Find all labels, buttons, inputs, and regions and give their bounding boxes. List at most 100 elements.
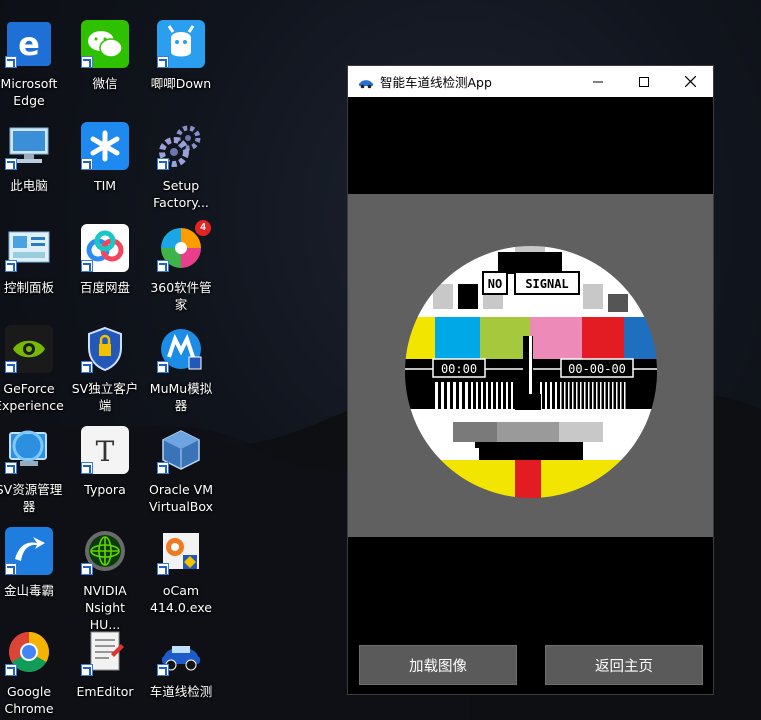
shortcut-arrow-icon	[157, 158, 169, 170]
desktop-icon-label: Setup Factory...	[153, 178, 209, 210]
desktop-icon-360-software[interactable]: 4 360软件管家	[145, 220, 217, 313]
desktop-icon-mumu[interactable]: MuMu模拟 器	[145, 325, 217, 414]
kingsoft-icon	[5, 527, 53, 575]
maximize-button[interactable]	[621, 66, 667, 97]
desktop-icon-typora[interactable]: T Typora	[69, 426, 141, 498]
desktop-icon-label: Oracle VM VirtualBox	[148, 482, 214, 514]
shortcut-arrow-icon	[157, 260, 169, 272]
desktop-icon-virtualbox[interactable]: Oracle VM VirtualBox	[145, 426, 217, 515]
desktop-icon-control-panel[interactable]: 控制面板	[0, 224, 65, 296]
setup-factory-icon	[157, 122, 205, 170]
typora-icon: T	[81, 426, 129, 474]
desktop-icon-label: Microsoft Edge	[0, 76, 58, 108]
desktop-icon-label: GeForce Experience	[0, 381, 64, 413]
mumu-icon	[157, 325, 205, 373]
desktop-icon-label: 车道线检测	[149, 684, 213, 699]
shortcut-arrow-icon	[81, 462, 93, 474]
shortcut-arrow-icon	[157, 361, 169, 373]
desktop-icon-tim[interactable]: TIM	[69, 122, 141, 194]
desktop-icon-label: 微信	[92, 76, 118, 91]
test-card-time-right: 00-00-00	[568, 362, 626, 376]
jijidown-icon	[157, 20, 205, 68]
test-card-no-label: NO	[488, 277, 502, 291]
close-icon	[684, 76, 696, 87]
minimize-button[interactable]	[575, 66, 621, 97]
desktop-icon-edge[interactable]: e Microsoft Edge	[0, 20, 65, 109]
desktop-icon-geforce[interactable]: GeForce Experience	[0, 325, 65, 414]
shortcut-arrow-icon	[157, 563, 169, 575]
tim-icon	[81, 122, 129, 170]
desktop-icon-setup-factory[interactable]: Setup Factory...	[145, 122, 217, 211]
sv-explorer-icon	[5, 426, 53, 474]
desktop-icon-label: SV资源管理 器	[0, 482, 63, 514]
desktop-icon-jijidown[interactable]: 唧唧Down	[145, 20, 217, 92]
wechat-icon	[81, 20, 129, 68]
desktop-icon-sv-client[interactable]: SV独立客户 端	[69, 325, 141, 414]
back-home-button[interactable]: 返回主页	[545, 645, 703, 685]
app-window: 智能车道线检测App NO SIGNAL 00:00 00-00-00 加载图像…	[347, 65, 714, 695]
lane-detect-icon	[157, 628, 205, 676]
chrome-icon	[5, 628, 53, 676]
shortcut-arrow-icon	[81, 563, 93, 575]
360-software-icon: 4	[157, 220, 211, 272]
test-card-signal-label: SIGNAL	[525, 277, 568, 291]
desktop-icon-label: Google Chrome	[4, 684, 54, 716]
desktop-icon-label: 360软件管家	[150, 280, 212, 312]
shortcut-arrow-icon	[5, 260, 17, 272]
desktop-icon-lane-detect[interactable]: 车道线检测	[145, 628, 217, 700]
svg-text:e: e	[18, 25, 40, 63]
desktop-icon-kingsoft[interactable]: 金山毒霸	[0, 527, 65, 599]
desktop-icon-nsight[interactable]: NVIDIA Nsight HU...	[69, 527, 141, 633]
desktop-icon-label: EmEditor	[76, 684, 134, 699]
shortcut-arrow-icon	[5, 158, 17, 170]
close-button[interactable]	[667, 66, 713, 97]
minimize-icon	[593, 81, 603, 82]
test-card-time-left: 00:00	[441, 362, 477, 376]
desktop-icon-ocam[interactable]: oCam 414.0.exe	[145, 527, 217, 616]
shortcut-arrow-icon	[5, 56, 17, 68]
desktop-icon-label: 此电脑	[10, 178, 48, 193]
ocam-icon	[157, 527, 205, 575]
window-title: 智能车道线检测App	[380, 75, 492, 90]
desktop-icon-label: Typora	[84, 482, 126, 497]
shortcut-arrow-icon	[157, 56, 169, 68]
desktop-icon-sv-explorer[interactable]: SV资源管理 器	[0, 426, 65, 515]
shortcut-arrow-icon	[5, 462, 17, 474]
desktop-icon-chrome[interactable]: Google Chrome	[0, 628, 65, 717]
sv-client-icon	[81, 325, 129, 373]
shortcut-arrow-icon	[81, 260, 93, 272]
svg-text:T: T	[96, 435, 115, 468]
shortcut-arrow-icon	[81, 56, 93, 68]
desktop-icon-label: oCam 414.0.exe	[150, 583, 212, 615]
no-signal-test-card: NO SIGNAL 00:00 00-00-00	[403, 244, 659, 500]
desktop-icon-label: 金山毒霸	[3, 583, 54, 598]
emeditor-icon	[81, 628, 129, 676]
desktop-icon-label: 唧唧Down	[150, 76, 212, 91]
desktop-icon-baidu-netdisk[interactable]: 百度网盘	[69, 224, 141, 296]
app-car-icon	[359, 79, 373, 88]
virtualbox-icon	[157, 426, 205, 474]
this-pc-icon	[5, 122, 53, 170]
shortcut-arrow-icon	[81, 361, 93, 373]
desktop-icon-label: MuMu模拟 器	[149, 381, 213, 413]
shortcut-arrow-icon	[81, 158, 93, 170]
desktop-icon-emeditor[interactable]: EmEditor	[69, 628, 141, 700]
notification-badge: 4	[195, 220, 211, 236]
shortcut-arrow-icon	[5, 361, 17, 373]
desktop-icon-label: 控制面板	[3, 280, 54, 295]
control-panel-icon	[5, 224, 53, 272]
edge-icon: e	[5, 20, 53, 68]
load-image-button[interactable]: 加载图像	[359, 645, 517, 685]
desktop-icon-wechat[interactable]: 微信	[69, 20, 141, 92]
desktop-icon-label: NVIDIA Nsight HU...	[83, 583, 127, 632]
baidu-netdisk-icon	[81, 224, 129, 272]
desktop-icon-this-pc[interactable]: 此电脑	[0, 122, 65, 194]
shortcut-arrow-icon	[81, 664, 93, 676]
shortcut-arrow-icon	[5, 664, 17, 676]
window-titlebar[interactable]: 智能车道线检测App	[348, 66, 713, 97]
shortcut-arrow-icon	[5, 563, 17, 575]
shortcut-arrow-icon	[157, 664, 169, 676]
desktop-icon-label: SV独立客户 端	[71, 381, 139, 413]
maximize-icon	[639, 76, 649, 87]
image-display-panel: NO SIGNAL 00:00 00-00-00	[348, 194, 713, 537]
